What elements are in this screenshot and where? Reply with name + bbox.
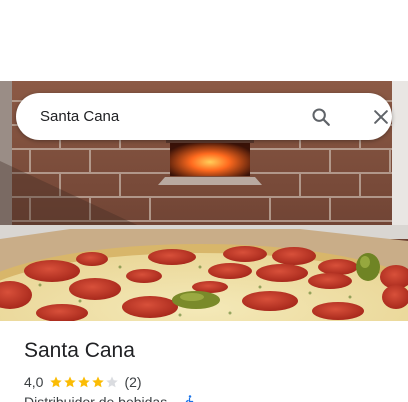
star-filled-icon: [64, 376, 77, 388]
clear-search-button[interactable]: [366, 102, 396, 132]
rating-stars: [49, 375, 119, 389]
search-button[interactable]: [306, 102, 336, 132]
category-row: Distribuidor de bebidas ·: [24, 394, 196, 402]
top-blank-area: [0, 0, 408, 81]
star-filled-icon: [78, 376, 91, 388]
search-icon: [312, 108, 330, 126]
close-icon: [374, 110, 388, 124]
star-empty-icon: [106, 376, 119, 388]
review-count[interactable]: (2): [124, 374, 141, 390]
rating-row[interactable]: 4,0 (2): [24, 373, 142, 391]
place-info-panel[interactable]: Santa Cana 4,0 (2) Distribuidor de bebid…: [0, 321, 408, 402]
star-filled-icon: [50, 376, 63, 388]
rating-value: 4,0: [24, 374, 44, 390]
star-filled-icon: [92, 376, 105, 388]
wheelchair-icon: [184, 394, 196, 402]
place-category: Distribuidor de bebidas: [24, 394, 168, 402]
category-separator: ·: [171, 394, 176, 402]
search-input[interactable]: Santa Cana: [40, 93, 119, 140]
search-bar[interactable]: Santa Cana: [16, 93, 392, 140]
place-title: Santa Cana: [24, 339, 135, 362]
